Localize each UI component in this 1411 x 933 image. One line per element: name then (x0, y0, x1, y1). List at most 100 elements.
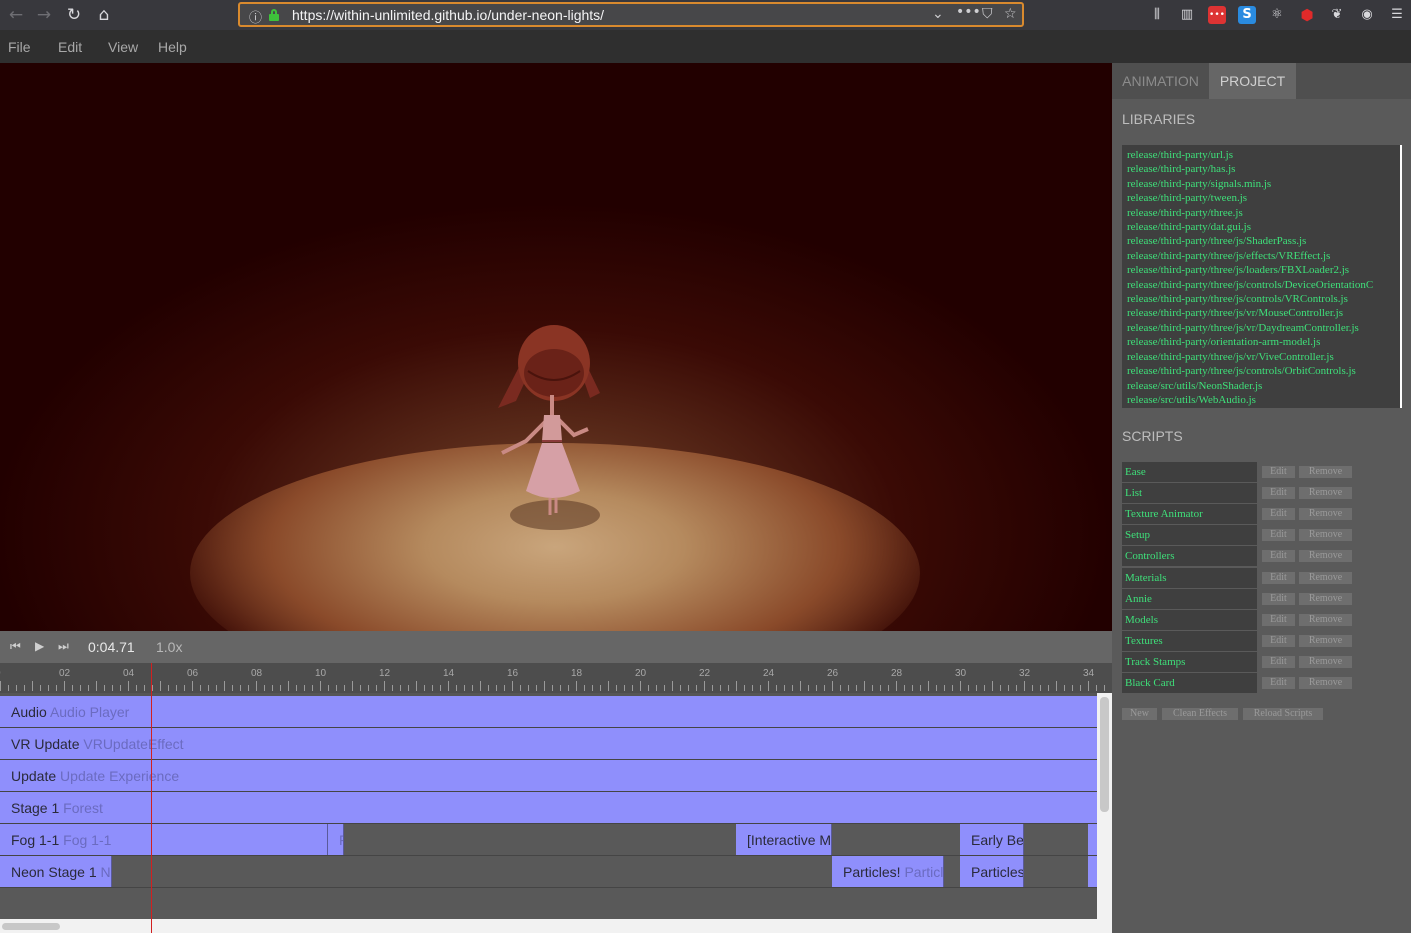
library-item[interactable]: release/third-party/tween.js (1127, 191, 1402, 205)
back-icon[interactable]: ← (5, 4, 27, 26)
script-name[interactable]: Setup (1122, 525, 1257, 546)
url-text[interactable]: https://within-unlimited.github.io/under… (292, 7, 604, 23)
script-name[interactable]: Controllers (1122, 546, 1257, 567)
tab-animation[interactable]: ANIMATION (1112, 63, 1209, 99)
remove-script-button[interactable]: Remove (1299, 634, 1352, 647)
script-name[interactable]: Models (1122, 609, 1257, 630)
script-name[interactable]: Track Stamps (1122, 651, 1257, 672)
menu-view[interactable]: View (108, 39, 138, 55)
reload-icon[interactable]: ↻ (63, 4, 85, 26)
chevron-down-icon[interactable]: ⌄ (932, 6, 944, 22)
timeline-clip[interactable]: Particles (960, 856, 1024, 887)
edit-script-button[interactable]: Edit (1262, 571, 1295, 584)
libraries-list[interactable]: release/third-party/url.js release/third-… (1122, 145, 1402, 408)
library-item[interactable]: release/third-party/three/js/controls/VR… (1127, 292, 1402, 306)
edit-script-button[interactable]: Edit (1262, 613, 1295, 626)
site-info-icon[interactable]: ⓘ (249, 7, 262, 26)
script-name[interactable]: Textures (1122, 630, 1257, 651)
timeline-ruler[interactable]: 0 02 04 06 08 10 12 14 16 18 20 22 24 26 28 30 32 34 (0, 663, 1112, 693)
remove-script-button[interactable]: Remove (1299, 529, 1352, 542)
timeline-clip[interactable]: Update Update Experience (0, 760, 1098, 791)
timeline-clip[interactable]: [Interactive M (736, 824, 832, 855)
sidebar-icon[interactable]: ▥ (1178, 6, 1196, 24)
timeline-clip[interactable]: Early Be (960, 824, 1024, 855)
horizontal-scrollbar[interactable] (2, 923, 60, 930)
script-name[interactable]: Texture Animator (1122, 504, 1257, 525)
library-item[interactable]: release/third-party/three/js/controls/Or… (1127, 364, 1402, 378)
edit-script-button[interactable]: Edit (1262, 487, 1295, 500)
timeline-clip[interactable]: VR Update VRUpdateEffect (0, 728, 1098, 759)
menu-edit[interactable]: Edit (58, 39, 82, 55)
timeline-tracks[interactable]: Audio Audio Player VR Update VRUpdateEffe… (0, 693, 1112, 933)
script-name[interactable]: Black Card (1122, 673, 1257, 693)
remove-script-button[interactable]: Remove (1299, 592, 1352, 605)
more-actions-icon[interactable]: ••• (956, 4, 981, 20)
remove-script-button[interactable]: Remove (1299, 613, 1352, 626)
remove-script-button[interactable]: Remove (1299, 571, 1352, 584)
hamburger-menu-icon[interactable]: ☰ (1388, 6, 1406, 24)
script-name[interactable]: List (1122, 483, 1257, 504)
timeline-clip[interactable]: Particles! Particl (832, 856, 944, 887)
edit-script-button[interactable]: Edit (1262, 634, 1295, 647)
library-item[interactable]: release/third-party/three/js/loaders/FBX… (1127, 263, 1402, 277)
skip-forward-icon[interactable]: ⏭ (58, 639, 69, 654)
react-devtools-icon[interactable]: ⚛ (1268, 6, 1286, 24)
vertical-scrollbar[interactable] (1100, 697, 1109, 812)
skip-back-icon[interactable]: ⏮ (10, 639, 21, 654)
timeline-clip[interactable]: Audio Audio Player (0, 696, 1098, 727)
timeline-clip[interactable]: Fog 1-1 Fog 1-1 (0, 824, 328, 855)
playhead[interactable] (151, 663, 152, 933)
edit-script-button[interactable]: Edit (1262, 677, 1295, 689)
library-item[interactable]: release/third-party/three/js/controls/De… (1127, 278, 1402, 292)
script-name[interactable]: Annie (1122, 588, 1257, 609)
forward-icon[interactable]: → (33, 4, 55, 26)
library-item[interactable]: release/third-party/three/js/ShaderPass.… (1127, 234, 1402, 248)
script-name[interactable]: Ease (1122, 462, 1257, 482)
edit-script-button[interactable]: Edit (1262, 508, 1295, 521)
playback-speed[interactable]: 1.0x (156, 639, 182, 655)
script-name[interactable]: Materials (1122, 567, 1257, 588)
extension-feather-icon[interactable]: ❦ (1328, 6, 1346, 24)
ublock-icon[interactable]: ⬢ (1298, 6, 1316, 24)
play-icon[interactable]: ▶ (35, 639, 44, 653)
timeline-clip[interactable]: Neon Stage 1 N (0, 856, 112, 887)
library-item[interactable]: release/third-party/url.js (1127, 148, 1402, 162)
clean-effects-button[interactable]: Clean Effects (1162, 708, 1238, 720)
library-item[interactable]: release/src/utils/WebAudio.js (1127, 393, 1402, 407)
account-icon[interactable]: ◉ (1358, 6, 1376, 24)
library-item[interactable]: release/third-party/orientation-arm-mode… (1127, 335, 1402, 349)
library-item[interactable]: release/third-party/dat.gui.js (1127, 220, 1402, 234)
3d-viewport[interactable] (0, 63, 1112, 631)
pocket-icon[interactable]: ⛉ (982, 6, 993, 22)
reload-scripts-button[interactable]: Reload Scripts (1243, 708, 1323, 720)
bookmark-star-icon[interactable]: ☆ (1004, 6, 1017, 22)
libraries-scrollbar[interactable] (1400, 145, 1402, 408)
tab-project[interactable]: PROJECT (1209, 63, 1296, 99)
edit-script-button[interactable]: Edit (1262, 550, 1295, 563)
menu-file[interactable]: File (8, 39, 31, 55)
timeline-clip[interactable]: Stage 1 Forest (0, 792, 1098, 823)
remove-script-button[interactable]: Remove (1299, 677, 1352, 689)
edit-script-button[interactable]: Edit (1262, 655, 1295, 668)
library-item[interactable]: release/src/utils/NeonShader.js (1127, 379, 1402, 393)
remove-script-button[interactable]: Remove (1299, 466, 1352, 478)
address-bar[interactable]: ⓘ https://within-unlimited.github.io/und… (238, 2, 1024, 27)
library-item[interactable]: release/third-party/three.js (1127, 206, 1402, 220)
library-item[interactable]: release/third-party/has.js (1127, 162, 1402, 176)
horizontal-scrollbar-track[interactable] (0, 919, 1097, 933)
edit-script-button[interactable]: Edit (1262, 592, 1295, 605)
library-item[interactable]: release/third-party/three/js/vr/Daydream… (1127, 321, 1402, 335)
library-item[interactable]: release/third-party/signals.min.js (1127, 177, 1402, 191)
home-icon[interactable]: ⌂ (93, 4, 115, 26)
remove-script-button[interactable]: Remove (1299, 508, 1352, 521)
library-icon[interactable]: ⫼ (1148, 6, 1166, 24)
timeline-clip[interactable]: F (328, 824, 344, 855)
library-item[interactable]: release/third-party/three/js/vr/ViveCont… (1127, 350, 1402, 364)
library-item[interactable]: release/third-party/three/js/effects/VRE… (1127, 249, 1402, 263)
extension-red-icon[interactable]: ••• (1208, 6, 1226, 24)
library-item[interactable]: release/third-party/three/js/vr/MouseCon… (1127, 306, 1402, 320)
edit-script-button[interactable]: Edit (1262, 466, 1295, 478)
extension-s-icon[interactable]: S (1238, 6, 1256, 24)
edit-script-button[interactable]: Edit (1262, 529, 1295, 542)
menu-help[interactable]: Help (158, 39, 187, 55)
